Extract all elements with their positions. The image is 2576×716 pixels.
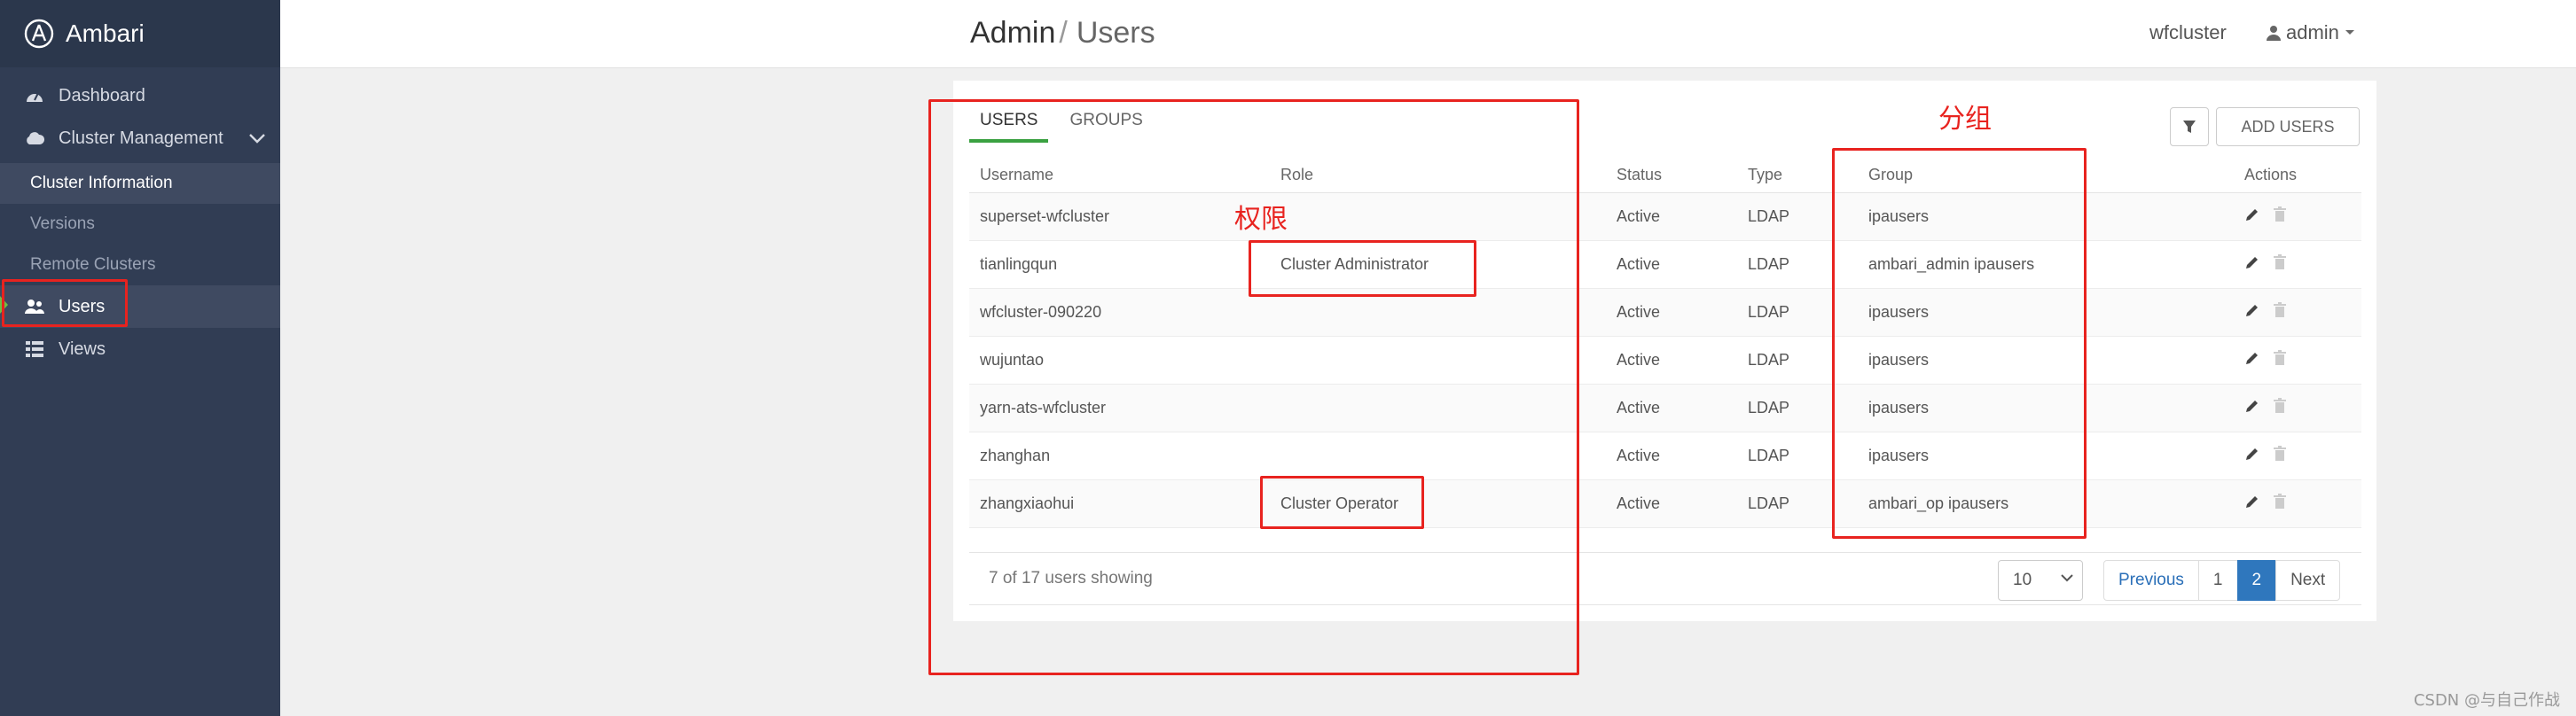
sidebar-item-label: Views: [59, 339, 106, 359]
filter-icon: [2183, 121, 2196, 133]
edit-pencil-icon[interactable]: [2244, 398, 2260, 414]
user-name: admin: [2286, 21, 2339, 43]
edit-pencil-icon[interactable]: [2244, 254, 2260, 270]
brand-name: Ambari: [66, 19, 145, 47]
cell-actions: [2234, 336, 2361, 385]
annotation-box-role-operator: [1260, 476, 1424, 529]
trash-icon[interactable]: [2273, 254, 2287, 270]
top-bar: Admin / Users wfcluster admin: [280, 0, 2576, 68]
cell-actions: [2234, 384, 2361, 432]
cluster-name: wfcluster: [2149, 21, 2227, 43]
caret-down-icon: [2345, 30, 2354, 35]
chevron-down-icon[interactable]: [248, 129, 266, 150]
user-menu[interactable]: admin: [2267, 21, 2355, 44]
breadcrumb-current: Users: [1076, 16, 1155, 50]
trash-icon[interactable]: [2273, 494, 2287, 510]
per-page-value: 10: [2013, 571, 2032, 589]
edit-pencil-icon[interactable]: [2244, 302, 2260, 318]
trash-icon[interactable]: [2273, 446, 2287, 462]
edit-pencil-icon[interactable]: [2244, 206, 2260, 222]
annotation-box-sidebar-users: [2, 279, 128, 327]
cell-status: Active: [1606, 336, 1737, 385]
edit-pencil-icon[interactable]: [2244, 446, 2260, 462]
user-icon: [2267, 26, 2281, 41]
trash-icon[interactable]: [2273, 302, 2287, 318]
trash-icon[interactable]: [2273, 206, 2287, 222]
dashboard-icon: [23, 86, 46, 105]
sidebar-item-label: Dashboard: [59, 85, 145, 105]
pagination-page-1[interactable]: 1: [2197, 560, 2238, 601]
pagination-next[interactable]: Next: [2275, 560, 2341, 601]
annotation-label-grouping: 分组: [1938, 104, 1992, 135]
cell-status: Active: [1606, 432, 1737, 480]
sidebar: Ambari Dashboard Cluster Management Clus…: [0, 0, 280, 716]
pagination: Previous 1 2 Next: [2103, 560, 2341, 601]
annotation-box-role-admin: [1249, 240, 1476, 297]
cell-actions: [2234, 192, 2361, 241]
edit-pencil-icon[interactable]: [2244, 494, 2260, 510]
sidebar-subitem-cluster-information[interactable]: Cluster Information: [0, 163, 280, 204]
edit-pencil-icon[interactable]: [2244, 350, 2260, 366]
watermark: CSDN @与自己作战: [2413, 691, 2560, 710]
trash-icon[interactable]: [2273, 398, 2287, 414]
chevron-down-icon: [2061, 574, 2073, 582]
cell-actions: [2234, 432, 2361, 480]
cell-status: Active: [1606, 192, 1737, 241]
brand-logo[interactable]: Ambari: [0, 0, 280, 67]
breadcrumb-separator: /: [1059, 16, 1068, 50]
pagination-previous[interactable]: Previous: [2103, 560, 2199, 601]
per-page-select[interactable]: 10: [1998, 560, 2083, 601]
grid-icon: [23, 339, 46, 359]
breadcrumb-root[interactable]: Admin: [970, 16, 1055, 50]
cell-actions: [2234, 240, 2361, 289]
sidebar-subitem-versions[interactable]: Versions: [0, 204, 280, 245]
cell-status: Active: [1606, 288, 1737, 337]
ambari-logo-icon: [24, 19, 54, 49]
breadcrumb: Admin / Users: [970, 16, 1155, 51]
cell-status: Active: [1606, 384, 1737, 432]
annotation-box-users-panel: [928, 99, 1579, 675]
sidebar-item-cluster-management[interactable]: Cluster Management: [0, 117, 280, 160]
cell-actions: [2234, 288, 2361, 337]
cloud-icon: [23, 128, 46, 148]
column-header-actions: Actions: [2234, 157, 2361, 193]
cell-actions: [2234, 479, 2361, 528]
sidebar-item-views[interactable]: Views: [0, 328, 280, 370]
cell-status: Active: [1606, 240, 1737, 289]
annotation-box-group-column: [1832, 148, 2087, 539]
sidebar-item-dashboard[interactable]: Dashboard: [0, 74, 280, 117]
column-header-status[interactable]: Status: [1606, 157, 1737, 193]
pagination-page-2[interactable]: 2: [2236, 560, 2277, 601]
annotation-label-permissions: 权限: [1234, 204, 1288, 235]
cell-status: Active: [1606, 479, 1737, 528]
sidebar-item-label: Cluster Management: [59, 128, 223, 148]
trash-icon[interactable]: [2273, 350, 2287, 366]
filter-button[interactable]: [2170, 107, 2209, 146]
add-users-button[interactable]: ADD USERS: [2216, 107, 2360, 146]
